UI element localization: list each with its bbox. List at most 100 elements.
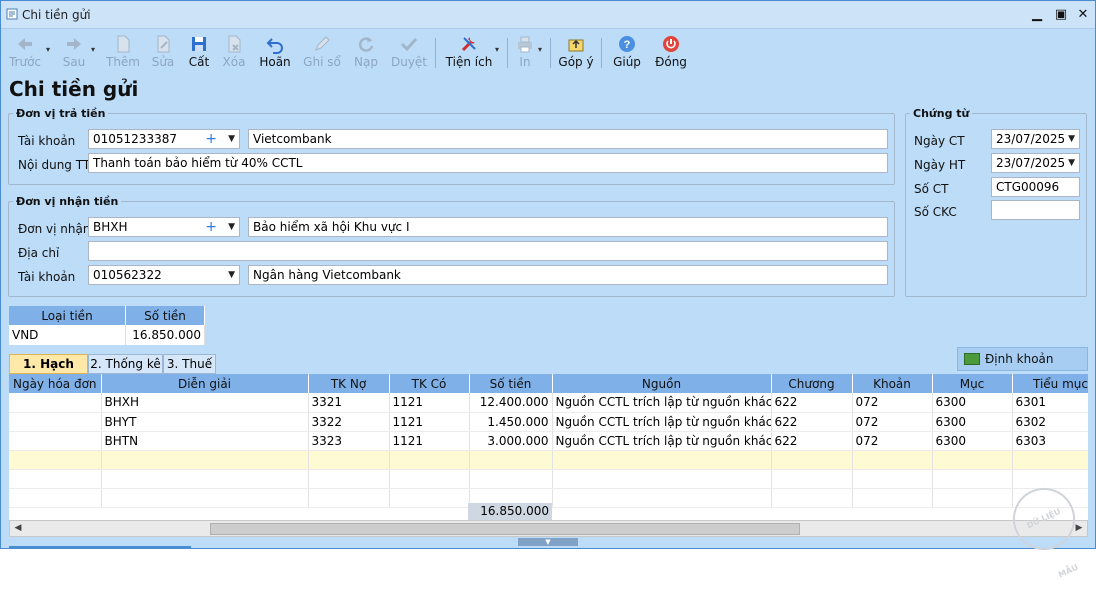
- payer-bank-field[interactable]: Vietcombank: [248, 129, 888, 149]
- chevron-down-icon[interactable]: ▼: [1068, 154, 1075, 172]
- table-row[interactable]: BHYT 3322 1121 1.450.000 Nguồn CCTL tríc…: [9, 412, 1088, 432]
- feedback-button[interactable]: Góp ý: [557, 32, 595, 72]
- tab-accounting[interactable]: 1. Hạch toán: [9, 354, 88, 389]
- column-header[interactable]: TK Nợ: [308, 374, 390, 393]
- close-button[interactable]: Đóng: [651, 32, 691, 72]
- payer-account-label: Tài khoản: [18, 134, 76, 148]
- column-header[interactable]: Tiểu mục: [1012, 374, 1088, 393]
- accounting-grid: Ngày hóa đơn Diễn giải TK Nợ TK Có Số ti…: [9, 374, 1088, 520]
- chevron-down-icon[interactable]: ▼: [228, 130, 235, 148]
- payee-legend: Đơn vị nhận tiền: [16, 195, 119, 208]
- floppy-disk-icon: [192, 37, 206, 51]
- next-button[interactable]: Sau: [57, 32, 91, 72]
- so-ct-label: Số CT: [914, 182, 949, 196]
- empty-row[interactable]: [9, 469, 1088, 489]
- add-button[interactable]: Thêm: [105, 32, 141, 72]
- toolbar-divider: [507, 38, 508, 68]
- currency-amount-cell[interactable]: 16.850.000: [125, 325, 205, 345]
- column-header[interactable]: Diễn giải: [101, 374, 309, 393]
- edit-button[interactable]: Sửa: [147, 32, 179, 72]
- chevron-down-icon[interactable]: ▾: [91, 45, 95, 54]
- help-button[interactable]: ? Giúp: [609, 32, 645, 72]
- app-window: Chi tiền gửi ▁ ▣ ✕ Trước ▾ Sau ▾ Thêm Sử…: [0, 0, 1096, 580]
- so-ckc-field[interactable]: [991, 200, 1080, 220]
- delete-document-icon: [228, 35, 241, 53]
- arrow-right-icon: [67, 38, 81, 50]
- printer-icon: [518, 36, 532, 53]
- maximize-button[interactable]: ▣: [1050, 5, 1072, 25]
- undo-button[interactable]: Hoãn: [257, 32, 293, 72]
- date-ct-label: Ngày CT: [914, 134, 965, 148]
- chevron-down-icon[interactable]: ▼: [228, 218, 235, 236]
- help-icon: ?: [619, 36, 635, 52]
- currency-amount-header: Số tiền: [125, 306, 205, 325]
- so-ckc-label: Số CKC: [914, 205, 957, 219]
- column-header[interactable]: Khoản: [852, 374, 933, 393]
- grid-total-amount: 16.850.000: [468, 503, 552, 520]
- column-header[interactable]: Nguồn: [552, 374, 772, 393]
- new-entry-row[interactable]: [9, 450, 1088, 470]
- column-header[interactable]: TK Có: [389, 374, 470, 393]
- collapse-panel-handle[interactable]: ▼: [518, 538, 578, 546]
- chevron-down-icon[interactable]: ▼: [228, 266, 235, 284]
- date-ct-picker[interactable]: 23/07/2025 ▼: [991, 129, 1080, 149]
- utility-button[interactable]: Tiện ích: [445, 32, 493, 72]
- currency-table: Loại tiền Số tiền VND 16.850.000: [9, 306, 205, 345]
- chevron-down-icon[interactable]: ▾: [46, 45, 50, 54]
- plus-icon[interactable]: +: [205, 218, 217, 236]
- delete-button[interactable]: Xóa: [219, 32, 249, 72]
- tab-tax[interactable]: 3. Thuế: [163, 354, 216, 374]
- chevron-down-icon[interactable]: ▾: [538, 45, 542, 54]
- print-button[interactable]: In: [513, 32, 537, 72]
- date-ht-picker[interactable]: 23/07/2025 ▼: [991, 153, 1080, 173]
- column-header[interactable]: Mục: [932, 374, 1013, 393]
- payee-unit-label: Đơn vị nhận: [18, 222, 91, 236]
- tab-statistics[interactable]: 2. Thống kê: [88, 354, 163, 374]
- toolbar-divider: [550, 38, 551, 68]
- payer-content-field[interactable]: Thanh toán bảo hiểm từ 40% CCTL: [88, 153, 888, 173]
- payee-bank-field[interactable]: Ngân hàng Vietcombank: [248, 265, 888, 285]
- power-icon: [663, 36, 679, 52]
- checkmark-icon: [400, 37, 418, 52]
- approve-button[interactable]: Duyệt: [389, 32, 429, 72]
- scroll-thumb[interactable]: [210, 523, 800, 535]
- column-header[interactable]: Số tiền: [469, 374, 553, 393]
- close-window-button[interactable]: ✕: [1072, 5, 1094, 25]
- new-document-icon: [117, 35, 130, 53]
- title-bar: Chi tiền gửi ▁ ▣ ✕: [1, 1, 1095, 29]
- date-ht-label: Ngày HT: [914, 158, 966, 172]
- payer-account-select[interactable]: 01051233387 + ▼: [88, 129, 240, 149]
- payee-account-label: Tài khoản: [18, 270, 76, 284]
- chevron-down-icon[interactable]: ▼: [1068, 130, 1075, 148]
- payee-unit-name-field[interactable]: Bảo hiểm xã hội Khu vực I: [248, 217, 888, 237]
- table-row[interactable]: BHTN 3323 1121 3.000.000 Nguồn CCTL tríc…: [9, 431, 1088, 451]
- table-row[interactable]: BHXH 3321 1121 12.400.000 Nguồn CCTL trí…: [9, 393, 1088, 413]
- refresh-icon: [358, 37, 374, 52]
- payer-content-label: Nội dung TT: [18, 158, 91, 172]
- edit-document-icon: [157, 35, 170, 53]
- horizontal-scrollbar[interactable]: ◀ ▶: [9, 520, 1088, 537]
- quick-entry-button[interactable]: Định khoản nhanh: [957, 347, 1088, 388]
- quick-entry-icon: [964, 353, 980, 365]
- plus-icon[interactable]: +: [205, 130, 217, 148]
- app-icon: [6, 8, 18, 20]
- prev-button[interactable]: Trước: [5, 32, 45, 72]
- load-button[interactable]: Nạp: [351, 32, 381, 72]
- payee-address-label: Địa chỉ: [18, 246, 60, 260]
- currency-type-cell[interactable]: VND: [9, 325, 127, 345]
- payee-account-select[interactable]: 010562322 ▼: [88, 265, 240, 285]
- column-header[interactable]: Ngày hóa đơn: [9, 374, 102, 393]
- currency-type-header: Loại tiền: [9, 306, 127, 325]
- voucher-legend: Chứng từ: [913, 107, 970, 120]
- payee-unit-select[interactable]: BHXH + ▼: [88, 217, 240, 237]
- column-header[interactable]: Chương: [771, 374, 853, 393]
- save-button[interactable]: Cất: [183, 32, 215, 72]
- chevron-down-icon[interactable]: ▾: [495, 45, 499, 54]
- minimize-button[interactable]: ▁: [1026, 5, 1048, 25]
- so-ct-field[interactable]: CTG00096: [991, 177, 1080, 197]
- page-title: Chi tiền gửi: [9, 77, 139, 101]
- payee-address-field[interactable]: [88, 241, 888, 261]
- scroll-left-icon[interactable]: ◀: [10, 521, 26, 536]
- post-button[interactable]: Ghi sổ: [301, 32, 343, 72]
- window-title: Chi tiền gửi: [22, 8, 91, 22]
